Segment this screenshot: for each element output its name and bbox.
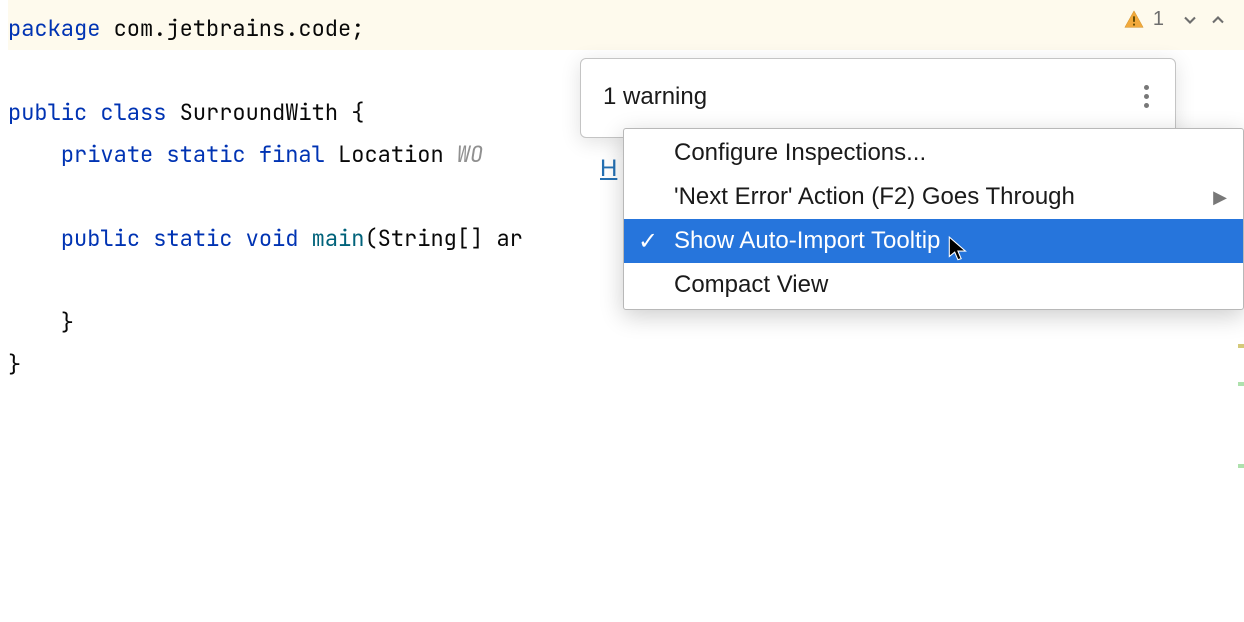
highlight-link[interactable]: H [600,155,617,183]
param-truncated: ar [496,224,522,253]
code-line-1: package com.jetbrains.code; [8,0,1244,50]
menu-item-label: 'Next Error' Action (F2) Goes Through [674,183,1075,211]
inspection-widget[interactable]: 1 [1123,8,1228,31]
variable-truncated: WO [457,140,483,169]
check-icon: ✓ [638,227,658,256]
code-line-9: } [8,344,1244,386]
package-name: com.jetbrains.code; [100,14,364,43]
menu-compact-view[interactable]: Compact View [624,263,1243,307]
chevron-up-icon[interactable] [1208,10,1228,30]
gutter-warning-mark[interactable] [1238,344,1244,348]
keyword-class: class [100,98,166,127]
menu-next-error[interactable]: 'Next Error' Action (F2) Goes Through ▶ [624,175,1243,219]
menu-show-auto-import-tooltip[interactable]: ✓ Show Auto-Import Tooltip [624,219,1243,263]
more-options-icon[interactable] [1140,81,1153,112]
submenu-arrow-icon: ▶ [1213,187,1227,208]
keyword-private: private [61,140,167,169]
chevron-down-icon[interactable] [1180,10,1200,30]
keyword-static: static [166,140,258,169]
keyword-public: public [8,98,100,127]
class-name: SurroundWith { [166,98,364,127]
warning-count: 1 [1153,8,1164,31]
warning-icon [1123,9,1145,31]
keyword-void: void [246,224,312,253]
menu-item-label: Compact View [674,271,828,299]
menu-item-label: Show Auto-Import Tooltip [674,227,940,255]
warning-popup-title: 1 warning [603,83,707,111]
menu-item-label: Configure Inspections... [674,139,926,167]
keyword-final: final [259,140,325,169]
gutter-ok-mark[interactable] [1238,464,1244,468]
menu-configure-inspections[interactable]: Configure Inspections... [624,131,1243,175]
keyword-static: static [153,224,245,253]
keyword-public: public [61,224,153,253]
keyword-package: package [8,14,100,43]
context-menu: Configure Inspections... 'Next Error' Ac… [623,128,1244,310]
gutter-ok-mark[interactable] [1238,382,1244,386]
warning-popup: 1 warning [580,58,1176,138]
method-name: main [312,224,365,253]
